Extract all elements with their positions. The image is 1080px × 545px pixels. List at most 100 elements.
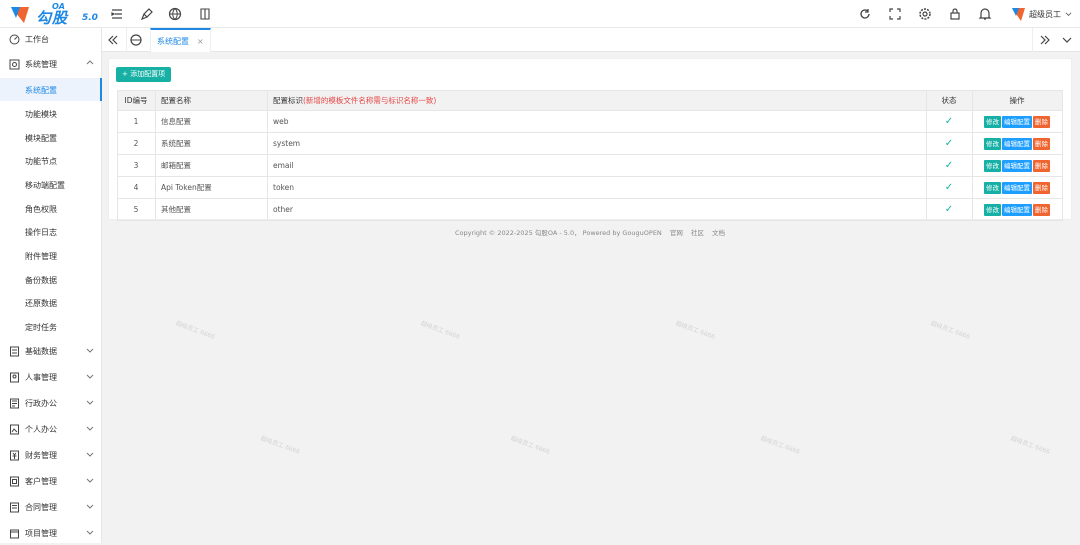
check-icon: ✓ [944,116,954,127]
edit-button[interactable]: 修改 [984,115,1001,128]
watermark: 超级员工 6666 [259,435,301,456]
footer-link-community[interactable]: 社区 [691,229,704,237]
contract-icon [10,502,19,513]
divider [1032,28,1033,52]
edit-config-button[interactable]: 编辑配置 [1002,181,1032,194]
sidebar-sub-item[interactable]: 操作日志 [0,220,102,243]
office-icon [10,398,19,409]
chevron-down-icon[interactable] [1060,33,1074,47]
divider [126,28,127,52]
watermark: 超级员工 6666 [174,320,216,341]
sidebar-sub-item[interactable]: 功能模块 [0,102,102,125]
table-row: 2 系统配置 system ✓ 修改 编辑配置 删除 [117,132,1063,155]
config-table: ID编号 配置名称 配置标识(新增的模板文件名称需与标识名称一致) 状态 操作 … [117,90,1063,221]
double-chevron-right-icon[interactable] [1038,33,1052,47]
edit-config-button[interactable]: 编辑配置 [1002,159,1032,172]
chevron-down-icon [86,374,94,379]
chevron-down-icon [1065,11,1072,16]
edit-button[interactable]: 修改 [984,181,1001,194]
fullscreen-icon[interactable] [888,7,902,21]
lock-icon[interactable] [948,7,962,21]
sidebar-item-label: 系统管理 [25,60,57,69]
sidebar-sub-item[interactable]: 定时任务 [0,315,102,338]
delete-button[interactable]: 删除 [1033,203,1050,216]
sidebar-group[interactable]: 基础数据 [0,340,102,363]
footer-link-docs[interactable]: 文档 [712,229,725,237]
sidebar-sub-item[interactable]: 系统配置 [0,78,102,101]
tab-system-config[interactable]: 系统配置 × [150,28,211,52]
sidebar-item-label: 工作台 [25,35,49,44]
sidebar-group[interactable]: 个人办公 [0,418,102,441]
sidebar-group[interactable]: 行政办公 [0,392,102,415]
logo-version: 5.0 [82,13,98,23]
sidebar-sub-item[interactable]: 移动端配置 [0,173,102,196]
edit-button[interactable]: 修改 [984,137,1001,150]
edit-button[interactable]: 修改 [984,159,1001,172]
delete-button[interactable]: 删除 [1033,137,1050,150]
chevron-up-icon [86,60,94,65]
config-panel: + 添加配置项 ID编号 配置名称 配置标识(新增的模板文件名称需与标识名称一致… [108,58,1072,221]
menu-toggle-icon[interactable] [110,7,124,21]
chevron-down-icon [86,452,94,457]
book-icon[interactable] [198,7,212,21]
sidebar-item-workbench[interactable]: 工作台 [0,28,102,51]
sidebar-sub-item[interactable]: 功能节点 [0,149,102,172]
clean-cache-icon[interactable] [140,7,154,21]
app-logo[interactable]: OA 勾股 5.0 [6,2,98,27]
dashboard-icon [9,34,20,45]
edit-button[interactable]: 修改 [984,203,1001,216]
sidebar-sub-item[interactable]: 角色权限 [0,197,102,220]
edit-config-button[interactable]: 编辑配置 [1002,203,1032,216]
copyright-text: Copyright © 2022-2025 勾股OA - 5.0， Powere… [454,229,662,237]
sidebar-group[interactable]: 客户管理 [0,470,102,493]
finance-icon [10,450,19,461]
watermark: 超级员工 6666 [1009,435,1051,456]
top-bar: OA 勾股 5.0 超级员工 [0,0,1080,28]
sidebar-sub-item[interactable]: 备份数据 [0,268,102,291]
tab-label: 系统配置 [157,36,189,46]
gear-icon[interactable] [918,7,932,21]
database-icon [10,346,19,357]
add-config-button[interactable]: + 添加配置项 [116,67,172,82]
close-icon[interactable]: × [197,37,204,46]
chevron-down-icon [86,400,94,405]
sidebar-group[interactable]: 人事管理 [0,366,102,389]
col-id: ID编号 [117,90,156,111]
user-menu[interactable]: 超级员工 [1012,6,1072,22]
watermark: 超级员工 6666 [759,435,801,456]
refresh-icon[interactable] [858,7,872,21]
chevron-down-icon [86,348,94,353]
avatar [1012,7,1025,21]
sidebar-sub-item[interactable]: 还原数据 [0,291,102,314]
watermark: 超级员工 6666 [674,320,716,341]
globe-icon[interactable] [168,7,182,21]
edit-config-button[interactable]: 编辑配置 [1002,115,1032,128]
check-icon: ✓ [944,182,954,193]
table-header-row: ID编号 配置名称 配置标识(新增的模板文件名称需与标识名称一致) 状态 操作 [117,90,1063,111]
sidebar-sub-item[interactable]: 模块配置 [0,126,102,149]
sidebar-group[interactable]: 财务管理 [0,444,102,467]
footer: Copyright © 2022-2025 勾股OA - 5.0， Powere… [108,227,1072,237]
bell-icon[interactable] [978,7,992,21]
delete-button[interactable]: 删除 [1033,115,1050,128]
chevron-down-icon [86,530,94,535]
edit-config-button[interactable]: 编辑配置 [1002,137,1032,150]
key-hint: (新增的模板文件名称需与标识名称一致) [303,96,437,105]
double-chevron-left-icon[interactable] [106,33,120,47]
sidebar-group[interactable]: 项目管理 [0,522,102,545]
sidebar-group[interactable]: 合同管理 [0,496,102,519]
delete-button[interactable]: 删除 [1033,159,1050,172]
col-key: 配置标识(新增的模板文件名称需与标识名称一致) [267,90,927,111]
table-row: 5 其他配置 other ✓ 修改 编辑配置 删除 [117,198,1063,221]
check-icon: ✓ [944,204,954,215]
col-status: 状态 [926,90,973,111]
chevron-down-icon [86,478,94,483]
home-icon[interactable] [129,33,143,47]
footer-link-site[interactable]: 官网 [670,229,683,237]
sidebar-sub-item[interactable]: 附件管理 [0,244,102,267]
sidebar-item-system[interactable]: 系统管理 [0,53,102,76]
check-icon: ✓ [944,160,954,171]
watermark: 超级员工 6666 [509,435,551,456]
delete-button[interactable]: 删除 [1033,181,1050,194]
customer-icon [10,476,19,487]
